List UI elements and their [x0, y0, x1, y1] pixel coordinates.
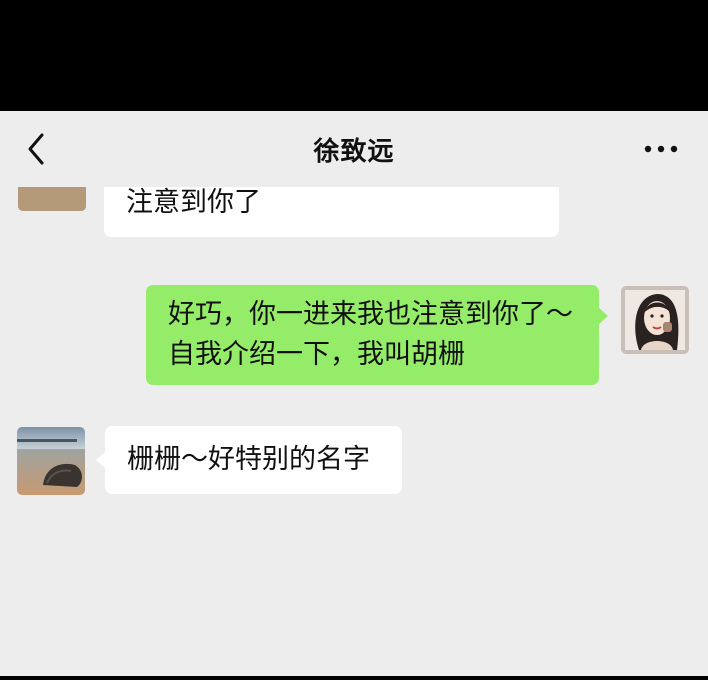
message-bubble-received[interactable]: 栅栅～好特别的名字 — [96, 426, 402, 494]
girl-portrait-avatar-image — [621, 286, 689, 354]
bubble-tail — [598, 307, 608, 325]
bubble-tail — [96, 451, 106, 469]
message-list[interactable]: 注意到你了 好巧，你一进来我也注意到你了～ 自我介绍一下，我叫胡栅 栅栅～好特别… — [0, 143, 708, 676]
nav-bar: 徐致远 — [0, 111, 708, 187]
message-text-line-2: 自我介绍一下，我叫胡栅 — [168, 339, 465, 370]
message-text-line-1: 好巧，你一进来我也注意到你了～ — [168, 299, 573, 330]
more-dots-icon — [644, 145, 678, 153]
my-avatar[interactable] — [621, 286, 689, 354]
contact-avatar[interactable] — [17, 427, 85, 495]
chat-screen: 徐致远 注意到你了 好巧，你一进来我也注意到你了～ 自我介绍一下，我叫胡栅 栅栅… — [0, 111, 708, 676]
message-text: 注意到你了 — [126, 187, 261, 218]
chat-title: 徐致远 — [313, 137, 395, 167]
more-button[interactable] — [644, 135, 678, 163]
beach-avatar-image — [17, 427, 85, 495]
message-text: 栅栅～好特别的名字 — [127, 444, 370, 475]
message-bubble-sent[interactable]: 好巧，你一进来我也注意到你了～ 自我介绍一下，我叫胡栅 — [146, 285, 608, 385]
